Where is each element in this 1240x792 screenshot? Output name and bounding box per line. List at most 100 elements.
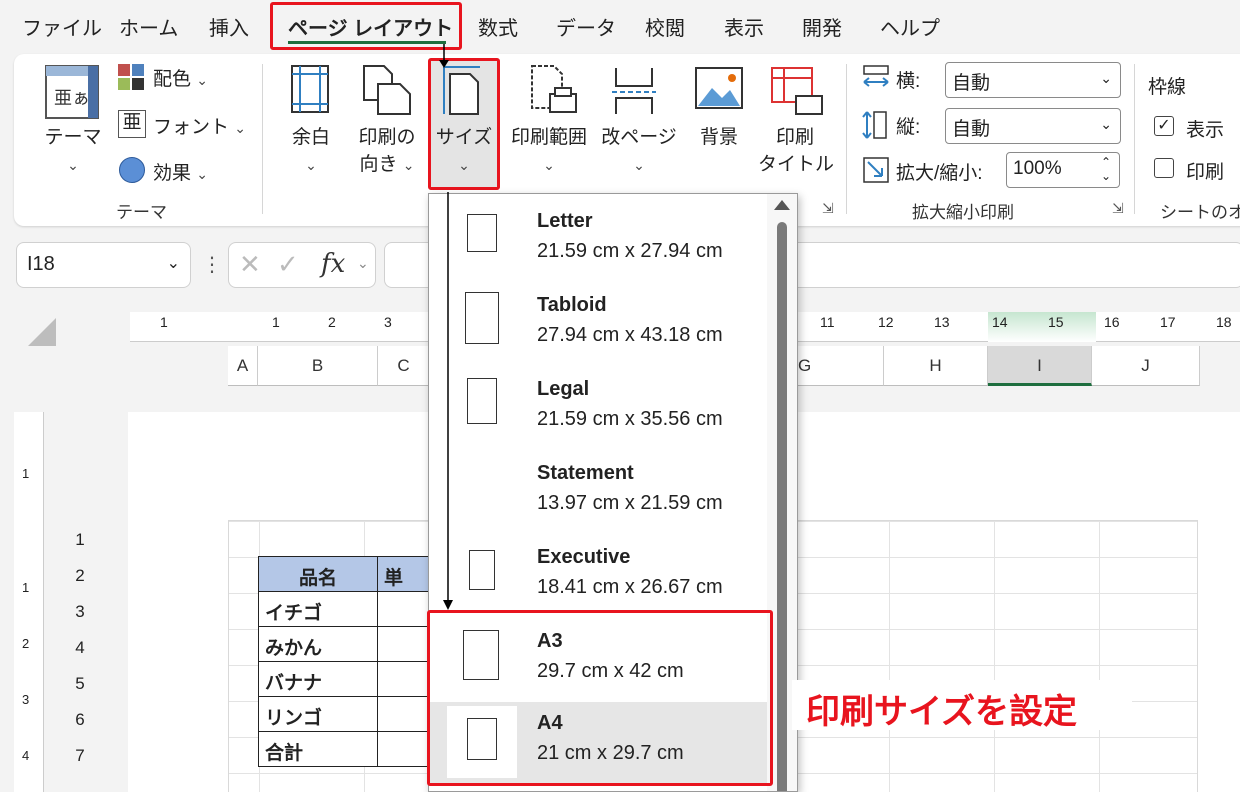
ruler-mark: 3 <box>22 692 30 707</box>
annotation-callout: 印刷サイズを設定 <box>792 680 1132 731</box>
spinner-arrows-icon[interactable]: ⌃ ⌄ <box>1101 155 1111 183</box>
more-options-icon[interactable]: ⋮ <box>202 252 222 277</box>
table-row[interactable]: イチゴ <box>258 591 378 627</box>
tab-review[interactable]: 校閲 <box>645 12 685 41</box>
colors-button[interactable]: 配色 ⌄ <box>153 64 208 91</box>
scroll-up-icon[interactable] <box>774 200 790 210</box>
row-header-6[interactable]: 6 <box>58 702 102 738</box>
orientation-button[interactable]: 印刷の 向き ⌄ <box>354 124 420 179</box>
column-header-j[interactable]: J <box>1092 346 1200 386</box>
sheet-options-group-label: シートのオ <box>1160 203 1240 222</box>
paper-size-letter[interactable]: Letter 21.59 cm x 27.94 cm <box>429 200 767 284</box>
paper-size-statement[interactable]: Statement 13.97 cm x 21.59 cm <box>429 452 767 536</box>
print-titles-label-2: タイトル <box>758 154 835 175</box>
print-area-button[interactable]: 印刷範囲 ⌄ <box>506 124 592 179</box>
chevron-down-icon: ⌄ <box>357 255 369 271</box>
width-label: 横: <box>896 71 921 92</box>
column-header-g[interactable]: G <box>796 346 884 386</box>
margins-button[interactable]: 余白 ⌄ <box>284 124 338 179</box>
page-setup-launcher-icon[interactable]: ⇲ <box>822 200 834 217</box>
column-header-a[interactable]: A <box>228 346 258 386</box>
paper-icon <box>469 550 495 590</box>
gridlines-print-checkbox[interactable] <box>1154 158 1174 178</box>
paper-size-name: Statement <box>537 462 634 484</box>
paper-size-legal[interactable]: Legal 21.59 cm x 35.56 cm <box>429 368 767 452</box>
effects-icon <box>119 157 145 183</box>
gridlines-label: 枠線 <box>1148 77 1187 98</box>
insert-function-icon[interactable]: fx <box>321 249 345 279</box>
table-header-cell[interactable]: 品名 <box>258 556 378 592</box>
row-header-5[interactable]: 5 <box>58 666 102 702</box>
ruler-mark: 14 <box>992 314 1008 330</box>
table-row[interactable]: バナナ <box>258 661 378 697</box>
tab-developer[interactable]: 開発 <box>802 12 842 41</box>
tab-data[interactable]: データ <box>556 12 616 41</box>
ruler-mark: 2 <box>328 314 336 330</box>
tab-help[interactable]: ヘルプ <box>880 12 940 41</box>
fonts-label: フォント <box>153 117 230 138</box>
cancel-icon[interactable]: ✕ <box>239 249 261 280</box>
chevron-down-icon: ⌄ <box>633 157 645 173</box>
scrollbar-thumb[interactable] <box>777 222 787 791</box>
row-header-1[interactable]: 1 <box>58 522 102 558</box>
paper-size-name: Letter <box>537 210 593 232</box>
row-header-3[interactable]: 3 <box>58 594 102 630</box>
effects-button[interactable]: 効果 ⌄ <box>153 158 208 185</box>
ruler-mark: 3 <box>384 314 392 330</box>
highlight-a3-a4 <box>427 610 773 786</box>
background-button[interactable]: 背景 <box>692 124 746 151</box>
gridlines-view-checkbox[interactable]: ✓ <box>1154 116 1174 136</box>
fonts-button[interactable]: フォント ⌄ <box>153 112 246 139</box>
column-header-h[interactable]: H <box>884 346 988 386</box>
group-separator <box>846 64 847 214</box>
row-header-4[interactable]: 4 <box>58 630 102 666</box>
vertical-ruler: 1 1 2 3 4 <box>14 412 44 792</box>
height-icon <box>862 110 890 140</box>
orientation-icon <box>362 64 412 121</box>
tab-formulas[interactable]: 数式 <box>478 12 518 41</box>
column-header-b[interactable]: B <box>258 346 378 386</box>
row-header-2[interactable]: 2 <box>58 558 102 594</box>
tab-insert[interactable]: 挿入 <box>209 12 249 41</box>
theme-button[interactable]: テーマ ⌄ <box>40 124 106 179</box>
group-separator <box>262 64 263 214</box>
chevron-down-icon: ⌄ <box>543 157 555 173</box>
scale-spinner[interactable]: 100% ⌃ ⌄ <box>1006 152 1120 188</box>
table-row[interactable]: みかん <box>258 626 378 662</box>
theme-icon: 亜ぁ <box>42 62 102 127</box>
row-header-7[interactable]: 7 <box>58 738 102 774</box>
paper-size-executive[interactable]: Executive 18.41 cm x 26.67 cm <box>429 536 767 620</box>
chevron-down-icon: ⌄ <box>166 255 180 272</box>
group-separator <box>1134 64 1135 214</box>
name-box[interactable]: I18 ⌄ <box>16 242 191 288</box>
tab-view[interactable]: 表示 <box>724 12 764 41</box>
name-box-value: I18 <box>27 253 55 275</box>
tab-home[interactable]: ホーム <box>119 12 178 41</box>
scale-launcher-icon[interactable]: ⇲ <box>1112 200 1124 217</box>
ruler-mark: 4 <box>22 748 30 763</box>
column-header-c[interactable]: C <box>378 346 430 386</box>
tab-file[interactable]: ファイル <box>22 12 102 41</box>
highlight-page-layout-tab <box>270 2 462 50</box>
orientation-label-2: 向き <box>359 154 398 175</box>
chevron-down-icon: ⌄ <box>1100 116 1112 132</box>
table-row[interactable]: リンゴ <box>258 696 378 732</box>
width-select[interactable]: 自動 ⌄ <box>945 62 1121 98</box>
select-all-button[interactable] <box>28 318 56 346</box>
table-row[interactable]: 合計 <box>258 731 378 767</box>
paper-size-tabloid[interactable]: Tabloid 27.94 cm x 43.18 cm <box>429 284 767 368</box>
breaks-icon <box>612 66 656 121</box>
orientation-label-1: 印刷の <box>358 127 416 148</box>
breaks-button[interactable]: 改ページ ⌄ <box>600 124 678 179</box>
height-select[interactable]: 自動 ⌄ <box>945 108 1121 144</box>
effects-label: 効果 <box>153 163 192 184</box>
width-icon <box>862 64 890 87</box>
print-titles-button[interactable]: 印刷 タイトル <box>758 124 835 178</box>
gridlines-view-label: 表示 <box>1186 120 1225 141</box>
paper-size-name: Executive <box>537 546 631 568</box>
menu-bar: ファイル ホーム 挿入 ページ レイアウト 数式 データ 校閲 表示 開発 ヘル… <box>0 0 1240 52</box>
chevron-down-icon: ⌄ <box>1100 70 1112 86</box>
column-header-i[interactable]: I <box>988 346 1092 386</box>
scale-group-label: 拡大縮小印刷 <box>912 203 1014 222</box>
enter-icon[interactable]: ✓ <box>277 249 299 280</box>
